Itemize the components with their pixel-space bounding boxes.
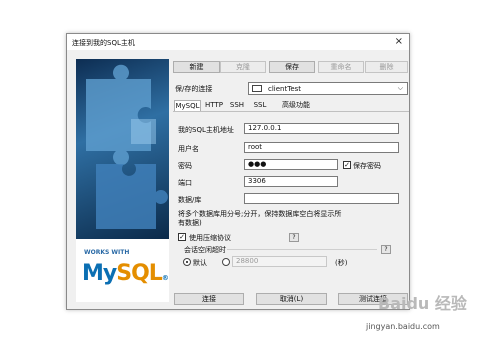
close-icon[interactable]: × — [395, 36, 403, 47]
compression-label: 使用压缩协议 — [189, 234, 231, 242]
session-timeout-label: 会话空闲超时 — [184, 246, 226, 254]
tab-http[interactable]: HTTP — [203, 100, 225, 111]
database-label: 数据/库 — [178, 196, 202, 204]
username-label: 用户名 — [178, 145, 199, 153]
works-with-text: WORKS WITH — [84, 249, 130, 256]
seconds-label: (秒) — [335, 259, 348, 267]
compression-checkbox[interactable]: ✓ — [178, 233, 186, 241]
baidu-watermark: Baidu 经验 jingyan.baidu.com — [366, 290, 496, 336]
database-hint-line1: 将多个数据库用分号;分开，保持数据库空白将显示所 — [178, 210, 342, 218]
tab-mysql[interactable]: MySQL — [174, 100, 201, 111]
tab-ssl[interactable]: SSL — [252, 100, 268, 111]
delete-button[interactable]: 删除 — [365, 61, 408, 73]
username-input[interactable]: root — [244, 142, 399, 153]
mysql-promo-image: WORKS WITH MySQL® — [76, 59, 169, 302]
session-timeout-divider — [227, 249, 377, 250]
rename-button[interactable]: 重命名 — [318, 61, 364, 73]
saved-connection-value: clientTest — [268, 85, 302, 93]
host-label: 我的SQL主机地址 — [178, 126, 234, 134]
database-input[interactable] — [244, 193, 399, 204]
save-password-label: 保存密码 — [353, 162, 381, 170]
default-timeout-label: 默认 — [193, 259, 207, 267]
chevron-down-icon: ⌵ — [397, 84, 403, 92]
database-hint-line2: 有数据) — [178, 219, 202, 227]
timeout-input[interactable]: 28800 — [232, 256, 327, 267]
default-timeout-radio[interactable] — [183, 258, 191, 266]
save-password-checkbox[interactable]: ✓ — [343, 161, 351, 169]
port-label: 端口 — [178, 179, 192, 187]
mysql-logo-my: My — [82, 261, 117, 286]
port-input[interactable]: 3306 — [244, 176, 338, 187]
host-input[interactable]: 127.0.0.1 — [244, 123, 399, 134]
watermark-url: jingyan.baidu.com — [366, 322, 440, 331]
connect-button[interactable]: 连接 — [174, 293, 244, 305]
window-title: 连接到我的SQL主机 — [72, 39, 135, 47]
tab-ssh[interactable]: SSH — [228, 100, 246, 111]
password-input[interactable]: ●●● — [244, 159, 338, 170]
puzzle-image — [76, 59, 169, 239]
mysql-logo-sql: SQL — [116, 261, 163, 286]
puzzle-pieces-icon — [86, 64, 168, 229]
cancel-button[interactable]: 取消(L) — [256, 293, 327, 305]
connection-color-icon — [252, 85, 262, 92]
mysql-logo-registered: ® — [161, 274, 169, 282]
timeout-help-icon[interactable]: ? — [381, 245, 391, 254]
tab-advanced[interactable]: 高级功能 — [278, 100, 314, 111]
saved-connection-select[interactable]: clientTest ⌵ — [248, 82, 408, 95]
save-button[interactable]: 保存 — [269, 61, 315, 73]
mysql-logo: MySQL® — [82, 261, 169, 286]
saved-connection-label: 保/存的连接 — [175, 85, 213, 93]
clone-button[interactable]: 克隆 — [220, 61, 266, 73]
connection-dialog: 连接到我的SQL主机 × WORKS WITH MySQL® 新建 克隆 保存 … — [66, 33, 410, 310]
password-label: 密码 — [178, 162, 192, 170]
title-bar: 连接到我的SQL主机 × — [67, 34, 409, 50]
compression-help-icon[interactable]: ? — [289, 233, 299, 242]
watermark-main: Baidu 经验 — [378, 294, 467, 313]
new-button[interactable]: 新建 — [173, 61, 220, 73]
custom-timeout-radio[interactable] — [222, 258, 230, 266]
mysql-logo-panel: WORKS WITH MySQL® — [76, 239, 169, 302]
